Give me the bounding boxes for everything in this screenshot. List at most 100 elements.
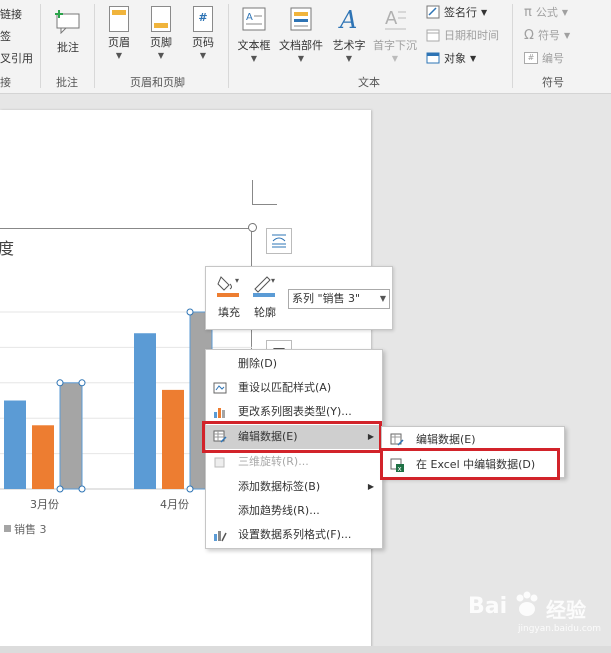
footer-button[interactable]: 页脚 ▼ [146, 6, 176, 60]
legend-swatch [4, 525, 11, 532]
paw-icon [516, 591, 538, 616]
paint-bucket-icon: ▾ [217, 276, 239, 297]
chart-bar[interactable] [134, 333, 156, 489]
comment-group-label: 批注 [56, 76, 78, 89]
svg-text:▾: ▾ [235, 276, 239, 285]
page-number-button[interactable]: # 页码 ▼ [188, 6, 218, 60]
format-series-icon [214, 531, 227, 542]
chevron-down-icon: ▼ [157, 51, 165, 60]
object-icon [426, 52, 440, 64]
equation-button[interactable]: π 公式 ▼ [524, 4, 568, 20]
menu-3d-rotation[interactable]: 三维旋转(R)... [206, 450, 382, 474]
edit-data-icon [390, 433, 404, 446]
signature-line-button[interactable]: 签名行 ▼ [426, 4, 487, 20]
header-icon [109, 6, 129, 32]
svg-text:▾: ▾ [271, 276, 275, 285]
quick-parts-icon [290, 7, 312, 31]
selection-handle[interactable] [56, 485, 64, 493]
menu-add-trendline[interactable]: 添加趋势线(R)... [206, 499, 382, 523]
chevron-down-icon: ▼ [470, 53, 477, 63]
numbering-icon: # [524, 52, 538, 64]
category-label: 3月份 [30, 498, 59, 511]
svg-text:A: A [246, 12, 253, 23]
chevron-down-icon: ▼ [115, 51, 123, 60]
bar-series[interactable] [4, 308, 216, 493]
status-bar [0, 646, 611, 653]
series-select[interactable]: 系列 "销售 3" ▼ [288, 289, 390, 309]
chevron-down-icon: ▼ [563, 30, 571, 40]
chart-bar[interactable] [162, 389, 184, 489]
chart-bar[interactable] [59, 382, 83, 490]
rotation-icon [214, 457, 225, 468]
menu-format-series[interactable]: 设置数据系列格式(F)... [206, 523, 382, 547]
wordart-button[interactable]: A 艺术字 ▼ [330, 6, 368, 63]
links-button[interactable]: 链接 [0, 6, 22, 22]
bookmark-button[interactable]: 签 [0, 28, 11, 44]
date-time-button[interactable]: 日期和时间 [426, 27, 499, 43]
textbox-button[interactable]: A 文本框 ▼ [234, 6, 274, 63]
symbol-button[interactable]: Ω 符号 ▼ [524, 27, 570, 43]
chevron-down-icon: ▼ [250, 54, 258, 63]
calendar-icon [426, 29, 440, 42]
drop-cap-button[interactable]: A 首字下沉 ▼ [370, 6, 420, 63]
footer-icon [151, 6, 171, 32]
legend-label: 销售 3 [14, 522, 47, 536]
reset-style-icon [213, 382, 227, 394]
chart-bar[interactable] [4, 400, 26, 490]
omega-icon: Ω [524, 27, 534, 43]
page-corner-mark [252, 180, 277, 205]
selection-handle[interactable] [56, 379, 64, 387]
chevron-right-icon: ▶ [367, 482, 374, 491]
layout-options-button[interactable] [266, 228, 292, 254]
category-labels: 3月份 4月份 [30, 498, 189, 511]
highlight-box [202, 421, 382, 453]
svg-text:A: A [385, 8, 398, 29]
chart-title: 度 [0, 239, 14, 258]
chevron-down-icon: ▼ [199, 51, 207, 60]
quick-parts-button[interactable]: 文档部件 ▼ [278, 6, 324, 63]
symbols-group-label: 符号 [542, 76, 564, 89]
drop-cap-icon: A [385, 8, 406, 30]
comment-icon [55, 10, 80, 35]
outline-button[interactable]: ▾ 轮廓 [250, 273, 280, 320]
menu-delete[interactable]: 删除(D) [206, 352, 382, 376]
mini-toolbar: ▾ 填充 ▾ 轮廓 系列 "销售 3" ▼ [205, 266, 393, 330]
separator [512, 4, 513, 88]
numbering-button[interactable]: # 编号 [524, 50, 564, 66]
menu-add-data-labels[interactable]: 添加数据标签(B) ▶ [206, 475, 382, 499]
chevron-down-icon: ▼ [345, 54, 353, 63]
pi-icon: π [524, 4, 532, 20]
svg-text:A: A [338, 6, 357, 32]
separator [40, 4, 41, 88]
selection-handle[interactable] [186, 485, 194, 493]
textbox-icon: A [242, 7, 266, 31]
separator [228, 4, 229, 88]
layout-options-icon [272, 234, 286, 248]
highlight-box [380, 448, 560, 480]
legend-item: 销售 3 [4, 522, 47, 536]
chart-bar[interactable] [32, 425, 54, 489]
bar-chart-icon [214, 408, 225, 418]
signature-icon [426, 5, 440, 19]
menu-reset-style[interactable]: 重设以匹配样式(A) [206, 376, 382, 400]
category-label: 4月份 [160, 498, 189, 511]
object-button[interactable]: 对象 ▼ [426, 50, 476, 66]
header-button[interactable]: 页眉 ▼ [104, 6, 134, 60]
ribbon: 链接 签 叉引用 接 批注 批注 页眉 ▼ 页脚 ▼ # 页码 ▼ 页眉和页脚 … [0, 0, 611, 94]
chevron-down-icon: ▼ [561, 7, 568, 17]
chevron-down-icon: ▼ [481, 7, 488, 17]
page-number-icon: # [193, 6, 213, 32]
chevron-down-icon: ▼ [391, 54, 399, 63]
fill-button[interactable]: ▾ 填充 [214, 273, 244, 320]
separator [94, 4, 95, 88]
cross-reference-button[interactable]: 叉引用 [0, 50, 33, 66]
new-comment-button[interactable]: 批注 [48, 6, 88, 55]
links-group-label: 接 [0, 76, 11, 89]
header-footer-group-label: 页眉和页脚 [130, 76, 185, 89]
text-group-label: 文本 [358, 76, 380, 89]
selection-handle[interactable] [78, 379, 86, 387]
chevron-down-icon: ▼ [379, 294, 386, 303]
selection-handle[interactable] [186, 308, 194, 316]
selection-handle[interactable] [78, 485, 86, 493]
pen-icon: ▾ [253, 276, 275, 297]
